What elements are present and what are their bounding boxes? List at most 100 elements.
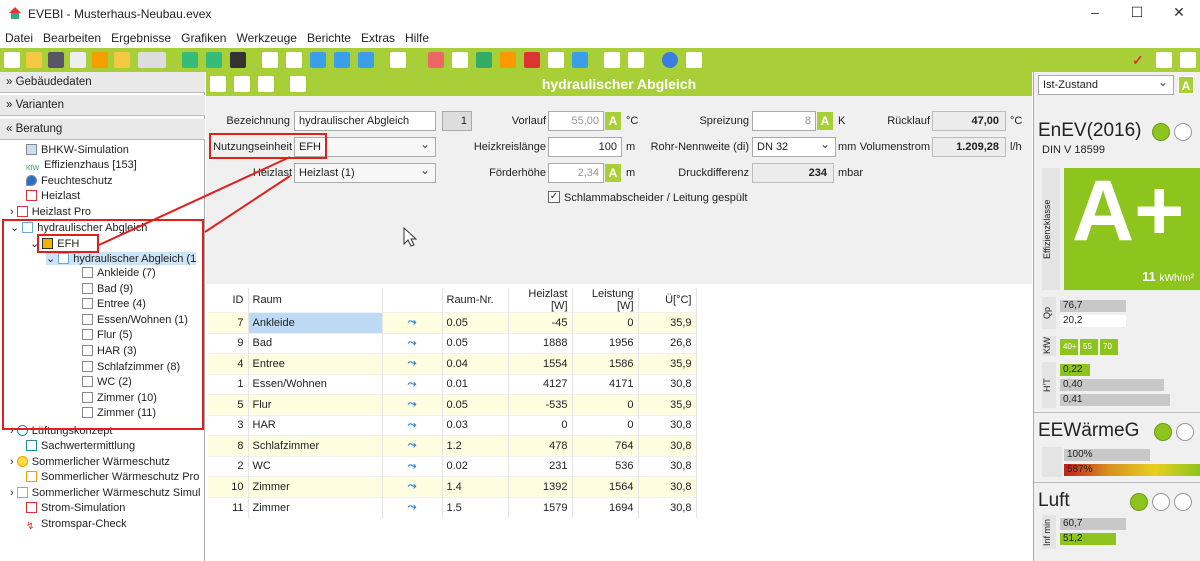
maximize-button[interactable]: ☐ [1122, 4, 1152, 24]
valve-icon[interactable]: ⤳ [408, 419, 417, 431]
table-row[interactable]: 1 Essen/Wohnen ⤳ 0.01 4127 4171 30,8 [208, 373, 697, 395]
table-row[interactable]: 7 Ankleide ⤳ 0.05 -45 0 35,9 [208, 312, 697, 333]
table-row[interactable]: 8 Schlafzimmer ⤳ 1.2 478 764 30,8 [208, 435, 697, 456]
tree-item-heizlast[interactable]: Heizlast [26, 190, 80, 202]
tool-a-icon[interactable] [428, 52, 444, 68]
valve-icon[interactable]: ⤳ [408, 480, 417, 492]
copy-icon[interactable] [70, 52, 86, 68]
col-raumnr[interactable]: Raum-Nr. [442, 288, 509, 313]
curve-icon[interactable] [1180, 52, 1196, 68]
valve-icon[interactable]: ⤳ [408, 337, 417, 349]
list-icon[interactable] [286, 52, 302, 68]
heizlast-select[interactable]: Heizlast (1) [294, 163, 436, 183]
table-row[interactable]: 2 WC ⤳ 0.02 231 536 30,8 [208, 455, 697, 477]
valve-icon[interactable]: ⤳ [408, 398, 417, 410]
valve-icon[interactable]: ⤳ [408, 316, 417, 328]
tree-item-heizlast-pro[interactable]: › Heizlast Pro [10, 206, 91, 218]
exit-icon[interactable] [1156, 52, 1172, 68]
new-file-icon[interactable] [4, 52, 20, 68]
section-beratung[interactable]: « Beratung [0, 119, 205, 140]
valve-icon[interactable]: ⤳ [408, 460, 417, 472]
vorlauf-auto-badge[interactable]: A [605, 112, 621, 130]
sun-icon[interactable] [500, 52, 516, 68]
grid-icon[interactable] [358, 52, 374, 68]
open-folder-icon[interactable] [26, 52, 42, 68]
tree-item-stromspar[interactable]: ↯ Stromspar-Check [26, 518, 127, 533]
section-gebaeudedaten[interactable]: » Gebäudedaten [0, 72, 205, 93]
print-icon[interactable] [604, 52, 620, 68]
menu-berichte[interactable]: Berichte [302, 28, 356, 48]
table-row[interactable]: 11 Zimmer ⤳ 1.5 1579 1694 30,8 [208, 496, 697, 518]
minimize-button[interactable]: – [1080, 4, 1110, 24]
tree-item-feuchteschutz[interactable]: Feuchteschutz [26, 175, 113, 187]
tree-item-bhkw[interactable]: BHKW-Simulation [26, 144, 129, 156]
valve-icon[interactable]: ⤳ [408, 439, 417, 451]
menu-extras[interactable]: Extras [356, 28, 400, 48]
save-icon[interactable] [48, 52, 64, 68]
preview-icon[interactable] [628, 52, 644, 68]
menu-hilfe[interactable]: Hilfe [400, 28, 434, 48]
power-icon[interactable] [524, 52, 540, 68]
menu-ergebnisse[interactable]: Ergebnisse [106, 28, 176, 48]
tool-c-icon[interactable] [476, 52, 492, 68]
valve-icon[interactable]: ⤳ [408, 357, 417, 369]
tree-item-sachwert[interactable]: Sachwertermittlung [26, 440, 135, 452]
calc-grid-icon[interactable] [572, 52, 588, 68]
cell-id: 1 [208, 373, 249, 395]
house-icon[interactable] [548, 52, 564, 68]
help-icon[interactable] [662, 52, 678, 68]
spreizung-auto-badge[interactable]: A [817, 112, 833, 130]
tree-item-strom-sim[interactable]: Strom-Simulation [26, 502, 125, 514]
cell-raumnr: 1.4 [442, 476, 509, 497]
spreizung-input[interactable]: 8 [752, 111, 816, 131]
tree-item-effizienzhaus[interactable]: KfW Effizienzhaus [153] [26, 159, 137, 176]
table-row[interactable]: 4 Entree ⤳ 0.04 1554 1586 35,9 [208, 353, 697, 374]
valve-icon[interactable]: ⤳ [408, 501, 417, 513]
heizkreis-input[interactable]: 100 [548, 137, 622, 157]
bezeichnung-input[interactable]: hydraulischer Abgleich [294, 111, 436, 131]
schlamm-checkbox[interactable]: ✓ [548, 191, 560, 203]
tool-b-icon[interactable] [452, 52, 468, 68]
sun-small-icon [16, 456, 28, 467]
rohr-select[interactable]: DN 32 [752, 137, 836, 157]
report-icon[interactable] [262, 52, 278, 68]
table-icon[interactable] [310, 52, 326, 68]
valve-icon[interactable]: ⤳ [408, 378, 417, 390]
sum-icon[interactable] [334, 52, 350, 68]
check-icon[interactable]: ✓ [1132, 52, 1148, 68]
foerder-input[interactable]: 2,34 [548, 163, 604, 183]
chart-icon[interactable] [390, 52, 406, 68]
tree-item-sommer-simul[interactable]: › Sommerlicher Wärmeschutz Simul [10, 487, 200, 499]
export-icon[interactable] [92, 52, 108, 68]
col-leistung[interactable]: Leistung [W] [572, 288, 639, 313]
foerder-auto-badge[interactable]: A [605, 164, 621, 182]
menu-werkzeuge[interactable]: Werkzeuge [231, 28, 301, 48]
undo-icon[interactable] [182, 52, 198, 68]
col-id[interactable]: ID [208, 288, 249, 313]
eew-heading: EEWärmeG [1038, 420, 1140, 441]
menu-datei[interactable]: Datei [0, 28, 38, 48]
dena-icon[interactable] [138, 52, 166, 68]
zustand-select[interactable]: Ist-Zustand [1038, 75, 1174, 95]
table-row[interactable]: 3 HAR ⤳ 0.03 0 0 30,8 [208, 414, 697, 436]
tree-item-sommer-pro[interactable]: Sommerlicher Wärmeschutz Pro [26, 471, 199, 483]
tree-item-sommer[interactable]: › Sommerlicher Wärmeschutz [10, 456, 170, 468]
zustand-auto-badge[interactable]: A [1178, 76, 1194, 94]
menu-bearbeiten[interactable]: Bearbeiten [38, 28, 106, 48]
table-row[interactable]: 9 Bad ⤳ 0.05 1888 1956 26,8 [208, 332, 697, 354]
redo-icon[interactable] [206, 52, 222, 68]
section-varianten[interactable]: » Varianten [0, 95, 205, 116]
wand-icon[interactable] [230, 52, 246, 68]
import-icon[interactable] [114, 52, 130, 68]
vorlauf-input[interactable]: 55,00 [548, 111, 604, 131]
divider-1 [1034, 412, 1200, 413]
col-raum[interactable]: Raum [248, 288, 383, 313]
calculator-icon[interactable] [686, 52, 702, 68]
col-heizlast[interactable]: Heizlast [W] [508, 288, 573, 313]
table-row[interactable]: 5 Flur ⤳ 0.05 -535 0 35,9 [208, 394, 697, 415]
table-row[interactable]: 10 Zimmer ⤳ 1.4 1392 1564 30,8 [208, 476, 697, 497]
klasse-label: Effizienzklasse [1042, 168, 1060, 290]
col-ue[interactable]: Ü[°C] [638, 288, 697, 313]
menu-grafiken[interactable]: Grafiken [176, 28, 231, 48]
close-button[interactable]: ✕ [1164, 4, 1194, 24]
